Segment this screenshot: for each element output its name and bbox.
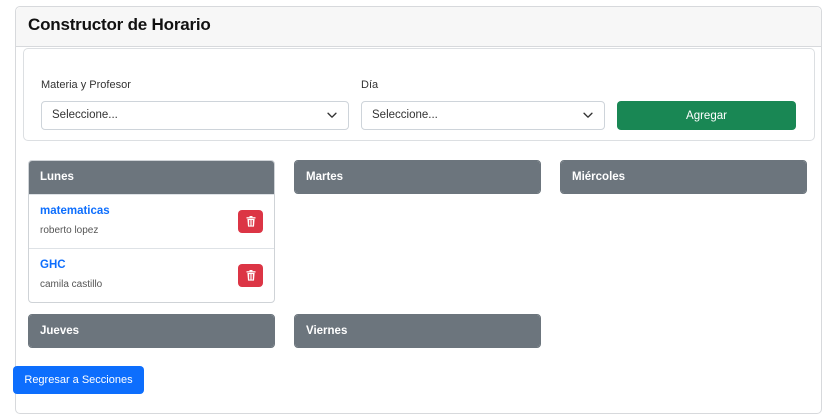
day-header: Miércoles	[561, 161, 806, 193]
add-slot-form: Materia y Profesor Seleccione... Día Sel…	[23, 48, 815, 141]
day-card-miercoles: Miércoles	[560, 160, 807, 194]
slot-subject[interactable]: matematicas	[40, 205, 263, 217]
day-card-viernes: Viernes	[294, 314, 541, 348]
back-to-sections-button[interactable]: Regresar a Secciones	[13, 366, 144, 394]
day-label: Día	[361, 79, 379, 91]
slot-teacher: roberto lopez	[40, 225, 99, 236]
add-button[interactable]: Agregar	[617, 101, 796, 130]
subject-select[interactable]: Seleccione...	[41, 101, 349, 130]
subject-select-value: Seleccione...	[52, 109, 118, 121]
day-header: Martes	[295, 161, 540, 193]
day-card-lunes: Lunes matematicas roberto lopez GHC cami…	[28, 160, 275, 303]
schedule-slot: matematicas roberto lopez	[29, 194, 274, 248]
day-card-martes: Martes	[294, 160, 541, 194]
day-header: Jueves	[29, 315, 274, 347]
day-header: Viernes	[295, 315, 540, 347]
day-select[interactable]: Seleccione...	[361, 101, 605, 130]
page-title: Constructor de Horario	[28, 15, 211, 34]
day-select-value: Seleccione...	[372, 109, 438, 121]
day-card-jueves: Jueves	[28, 314, 275, 348]
slot-teacher: camila castillo	[40, 279, 103, 290]
card-header: Constructor de Horario	[16, 7, 821, 47]
slot-subject[interactable]: GHC	[40, 259, 263, 271]
delete-slot-button[interactable]	[238, 210, 263, 233]
schedule-slot: GHC camila castillo	[29, 248, 274, 302]
chevron-down-icon	[327, 112, 337, 118]
day-header: Lunes	[29, 161, 274, 194]
subject-label: Materia y Profesor	[41, 79, 131, 91]
trash-icon	[246, 270, 255, 281]
trash-icon	[246, 216, 255, 227]
delete-slot-button[interactable]	[238, 264, 263, 287]
chevron-down-icon	[583, 112, 593, 118]
